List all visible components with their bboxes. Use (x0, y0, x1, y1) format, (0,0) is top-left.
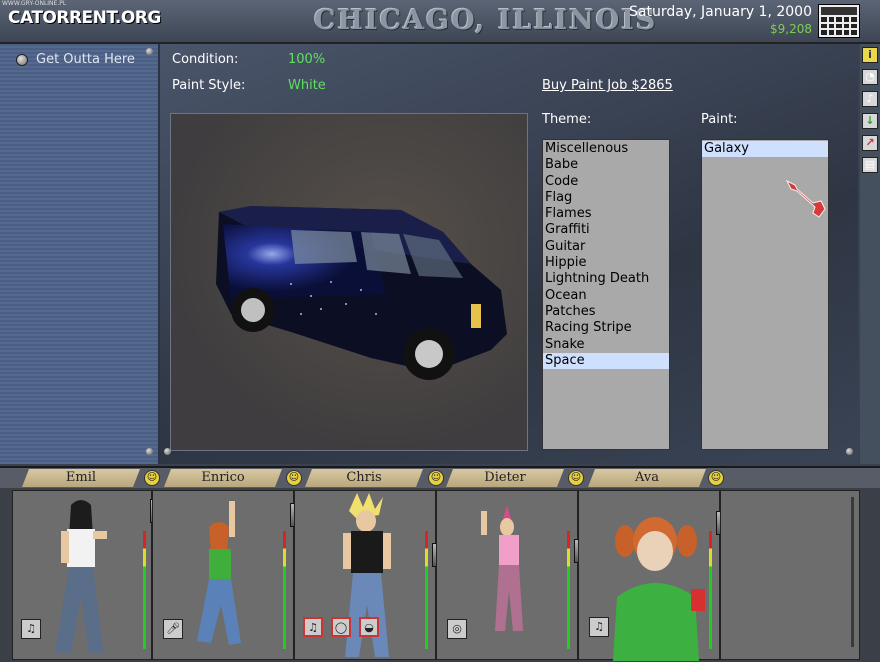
theme-list-item[interactable]: Graffiti (543, 222, 669, 238)
get-outta-here-label: Get Outta Here (36, 52, 135, 67)
theme-list-item[interactable]: Hippie (543, 255, 669, 271)
theme-list-item[interactable]: Patches (543, 304, 669, 320)
rivet-icon (146, 448, 153, 455)
van-preview (170, 113, 528, 451)
chart-icon[interactable]: ↗ (862, 135, 878, 151)
level-meter (283, 531, 286, 649)
member-tab-chris[interactable]: Chris (305, 469, 423, 487)
right-toolbar: i ◔ ♪ ↓ ↗ ▤ (860, 44, 880, 464)
guitar-icon[interactable]: ♫ (21, 619, 41, 639)
member-tab-emil[interactable]: Emil (22, 469, 140, 487)
mood-smiley-icon[interactable]: ☺ (708, 470, 724, 486)
rivet-icon (146, 48, 153, 55)
game-date: Saturday, January 1, 2000 (629, 4, 812, 20)
member-tab-dieter[interactable]: Dieter (446, 469, 564, 487)
info-icon[interactable]: i (862, 47, 878, 63)
level-meter (143, 531, 146, 649)
member-slot-enrico: 🎤︎ (152, 490, 304, 660)
top-bar: WWW.GRY-ONLINE.PL CATORRENT.ORG CHICAGO,… (0, 0, 880, 44)
member-tab-enrico[interactable]: Enrico (164, 469, 282, 487)
mood-smiley-icon[interactable]: ☺ (144, 470, 160, 486)
member-slot-dieter: ◎ (436, 490, 588, 660)
bullet-icon (16, 53, 28, 66)
theme-list-item[interactable]: Snake (543, 337, 669, 353)
get-outta-here-button[interactable]: Get Outta Here (16, 52, 135, 67)
member-slot-ava: ♫ (578, 490, 730, 661)
paint-shop-panel: Condition: 100% Paint Style: White Buy P… (160, 44, 858, 464)
theme-list-item[interactable]: Flag (543, 190, 669, 206)
theme-list-item[interactable]: Space (543, 352, 669, 370)
city-title: CHICAGO, ILLINOIS (314, 5, 658, 36)
theme-list-item[interactable]: Miscellenous (543, 141, 669, 157)
buy-paint-job-link[interactable]: Buy Paint Job $2865 (542, 78, 673, 93)
watermark-small: WWW.GRY-ONLINE.PL (2, 0, 67, 7)
theme-list-item[interactable]: Guitar (543, 239, 669, 255)
level-meter (567, 531, 570, 649)
band-member-tabs: Emil ☺ Enrico ☺ Chris ☺ Dieter ☺ Ava ☺ (0, 468, 880, 488)
theme-list-item[interactable]: Lightning Death (543, 271, 669, 287)
map-icon[interactable]: ▤ (862, 157, 878, 173)
member-figure-emil (55, 500, 107, 653)
mood-smiley-icon[interactable]: ☺ (286, 470, 302, 486)
member-slot-empty (720, 490, 860, 660)
van-image (171, 114, 527, 450)
drum-icon[interactable]: ◒ (359, 617, 379, 637)
guitar-icon[interactable]: ♫ (589, 617, 609, 637)
band-panel: Emil ☺ Enrico ☺ Chris ☺ Dieter ☺ Ava ☺ ♫ (0, 466, 880, 662)
paint-style-label: Paint Style: (172, 78, 246, 93)
theme-list-item[interactable]: Racing Stripe (543, 320, 669, 336)
theme-list-item[interactable]: Flames (543, 206, 669, 222)
guitar-icon[interactable]: ♪ (862, 91, 878, 107)
rivet-icon (846, 448, 853, 455)
guitar-cursor-icon (785, 179, 826, 218)
left-sidebar: Get Outta Here (0, 44, 160, 464)
member-slot-emil: ♫ (12, 490, 164, 660)
theme-list-item[interactable]: Ocean (543, 288, 669, 304)
guitar-icon[interactable]: ♫ (303, 617, 323, 637)
member-slot-chris: ♫ ◯ ◒ (294, 490, 446, 660)
paint-list-item[interactable]: Galaxy (702, 141, 828, 158)
theme-list-item[interactable]: Babe (543, 157, 669, 173)
mood-smiley-icon[interactable]: ☺ (428, 470, 444, 486)
snare-icon[interactable]: ◎ (447, 619, 467, 639)
rivet-icon (164, 448, 171, 455)
theme-list-item[interactable]: Code (543, 174, 669, 190)
paint-label: Paint: (701, 112, 738, 127)
tambourine-icon[interactable]: ◯ (331, 617, 351, 637)
condition-value: 100% (288, 52, 326, 67)
watermark-logo: CATORRENT.ORG (8, 8, 161, 28)
down-arrow-icon[interactable]: ↓ (862, 113, 878, 129)
theme-list[interactable]: Miscellenous Babe Code Flag Flames Graffiti Gu… (542, 139, 670, 450)
level-meter (709, 531, 712, 649)
paint-style-value: White (288, 78, 326, 93)
mood-smiley-icon[interactable]: ☺ (568, 470, 584, 486)
member-figure-ava (613, 517, 705, 661)
condition-label: Condition: (172, 52, 239, 67)
level-meter (851, 497, 854, 647)
calendar-icon[interactable] (818, 4, 860, 38)
member-tab-ava[interactable]: Ava (588, 469, 706, 487)
member-figure-enrico (197, 501, 241, 645)
clock-icon[interactable]: ◔ (862, 69, 878, 85)
theme-label: Theme: (542, 112, 592, 127)
level-meter (425, 531, 428, 649)
microphone-icon[interactable]: 🎤︎ (163, 619, 183, 639)
money-balance: $9,208 (770, 22, 812, 36)
member-figure-dieter (481, 505, 523, 631)
